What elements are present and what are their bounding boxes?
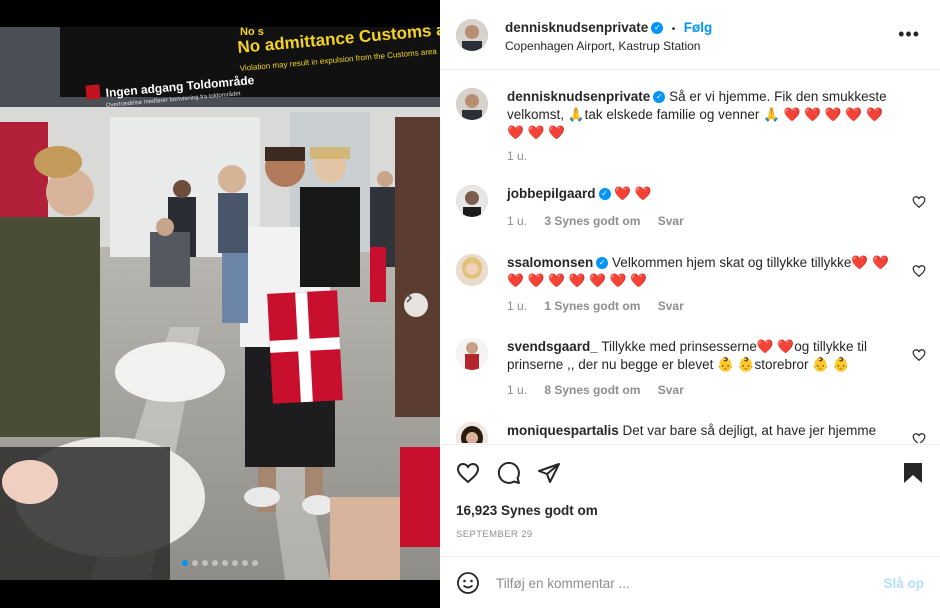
comment-avatar[interactable] xyxy=(456,422,488,443)
header-title-row: dennisknudsenprivate ✓ • Følg xyxy=(505,19,712,37)
comment-username[interactable]: svendsgaard_ xyxy=(507,339,598,354)
comment-username[interactable]: ssalomonsen xyxy=(507,255,593,270)
carousel-dot xyxy=(252,560,258,566)
comment-text: Det var bare så dejligt, at have jer hje… xyxy=(622,423,877,438)
comment-time[interactable]: 1 u. xyxy=(507,299,527,313)
verified-badge-icon: ✓ xyxy=(651,21,664,34)
comment-meta: 1 u. 1 Synes godt om Svar xyxy=(507,299,698,313)
comment-row: moniquespartalis Det var bare så dejligt… xyxy=(456,422,926,443)
comment-time[interactable]: 1 u. xyxy=(507,383,527,397)
verified-badge-icon: ✓ xyxy=(596,257,609,270)
carousel-dot xyxy=(242,560,248,566)
verified-badge-icon: ✓ xyxy=(653,91,666,104)
comment-avatar[interactable] xyxy=(456,185,488,217)
likes-count[interactable]: 16,923 Synes godt om xyxy=(456,503,598,518)
comment-heart-icon[interactable] xyxy=(912,432,926,443)
bookmark-icon[interactable] xyxy=(902,461,924,485)
post-photo[interactable]: No admittance Customs area Violation may… xyxy=(0,27,440,580)
heart-icon[interactable] xyxy=(456,461,480,485)
avatar-image xyxy=(456,254,488,286)
comment-body: moniquespartalis Det var bare så dejligt… xyxy=(507,422,902,440)
comment-row: ssalomonsen ✓ Velkommen hjem skat og till… xyxy=(456,254,926,316)
send-icon[interactable] xyxy=(537,461,561,485)
comment-likes[interactable]: 8 Synes godt om xyxy=(544,383,640,397)
reply-button[interactable]: Svar xyxy=(658,383,684,397)
verified-badge-icon: ✓ xyxy=(598,188,611,201)
reply-button[interactable]: Svar xyxy=(658,214,684,228)
comment-heart-icon[interactable] xyxy=(912,264,926,278)
comment-body: ssalomonsen ✓ Velkommen hjem skat og till… xyxy=(507,254,902,290)
avatar-image xyxy=(456,422,488,443)
comment-username[interactable]: jobbepilgaard xyxy=(507,186,596,201)
avatar-image xyxy=(456,19,488,51)
separator-dot: • xyxy=(671,24,676,35)
carousel-dot xyxy=(212,560,218,566)
comment-row: svendsgaard_ Tillykke med prinsesserne❤️… xyxy=(456,338,926,400)
carousel-dot xyxy=(182,560,188,566)
chevron-right-icon xyxy=(406,293,413,303)
comment-meta: 1 u. 8 Synes godt om Svar xyxy=(507,383,698,397)
post-header: dennisknudsenprivate ✓ • Følg Copenhagen … xyxy=(440,0,940,70)
more-options-button[interactable]: ••• xyxy=(898,25,920,43)
avatar-image xyxy=(456,88,488,120)
airport-photo: No admittance Customs area Violation may… xyxy=(0,27,440,580)
post-side-panel: dennisknudsenprivate ✓ • Følg Copenhagen … xyxy=(440,0,940,608)
comment-body: svendsgaard_ Tillykke med prinsesserne❤️… xyxy=(507,338,902,374)
comment-row: jobbepilgaard ✓ ❤️ ❤️ 1 u. 3 Synes godt o… xyxy=(456,185,926,233)
comment-text: ❤️ ❤️ xyxy=(614,186,652,201)
reply-button[interactable]: Svar xyxy=(658,299,684,313)
instagram-post-modal: No admittance Customs area Violation may… xyxy=(0,0,940,608)
author-username[interactable]: dennisknudsenprivate xyxy=(505,20,648,35)
author-avatar[interactable] xyxy=(456,19,488,51)
comment-icon[interactable] xyxy=(497,461,521,485)
caption-username[interactable]: dennisknudsenprivate xyxy=(507,89,650,104)
comment-avatar[interactable] xyxy=(456,254,488,286)
sign-fragment: No s xyxy=(240,27,264,38)
comment-body: jobbepilgaard ✓ ❤️ ❤️ xyxy=(507,185,902,203)
follow-button[interactable]: Følg xyxy=(684,20,713,35)
carousel-dot xyxy=(222,560,228,566)
carousel-dot xyxy=(202,560,208,566)
post-comment-button[interactable]: Slå op xyxy=(883,576,924,591)
comment-likes[interactable]: 1 Synes godt om xyxy=(544,299,640,313)
caption-time[interactable]: 1 u. xyxy=(507,149,527,163)
comment-input[interactable] xyxy=(496,573,856,593)
comment-meta: 1 u. 3 Synes godt om Svar xyxy=(507,214,698,228)
post-actions: 16,923 Synes godt om SEPTEMBER 29 xyxy=(440,444,940,554)
caption-avatar[interactable] xyxy=(456,88,488,120)
avatar-image xyxy=(456,185,488,217)
post-location[interactable]: Copenhagen Airport, Kastrup Station xyxy=(505,39,700,53)
caption-body: dennisknudsenprivate ✓ Så er vi hjemme. F… xyxy=(507,88,902,142)
emoji-icon[interactable] xyxy=(456,571,480,595)
avatar-image xyxy=(456,338,488,370)
caption-row: dennisknudsenprivate ✓ Så er vi hjemme. F… xyxy=(456,88,926,168)
comments-list[interactable]: dennisknudsenprivate ✓ Så er vi hjemme. F… xyxy=(440,71,940,443)
comment-avatar[interactable] xyxy=(456,338,488,370)
carousel-dots xyxy=(0,560,440,566)
carousel-dot xyxy=(232,560,238,566)
comment-heart-icon[interactable] xyxy=(912,348,926,362)
carousel-next-button[interactable] xyxy=(404,293,428,317)
carousel-dot xyxy=(192,560,198,566)
add-comment-bar: Slå op xyxy=(440,556,940,608)
caption-meta: 1 u. xyxy=(507,149,541,163)
comment-likes[interactable]: 3 Synes godt om xyxy=(544,214,640,228)
comment-time[interactable]: 1 u. xyxy=(507,214,527,228)
comment-heart-icon[interactable] xyxy=(912,195,926,209)
comment-username[interactable]: moniquespartalis xyxy=(507,423,619,438)
post-date[interactable]: SEPTEMBER 29 xyxy=(456,529,533,540)
